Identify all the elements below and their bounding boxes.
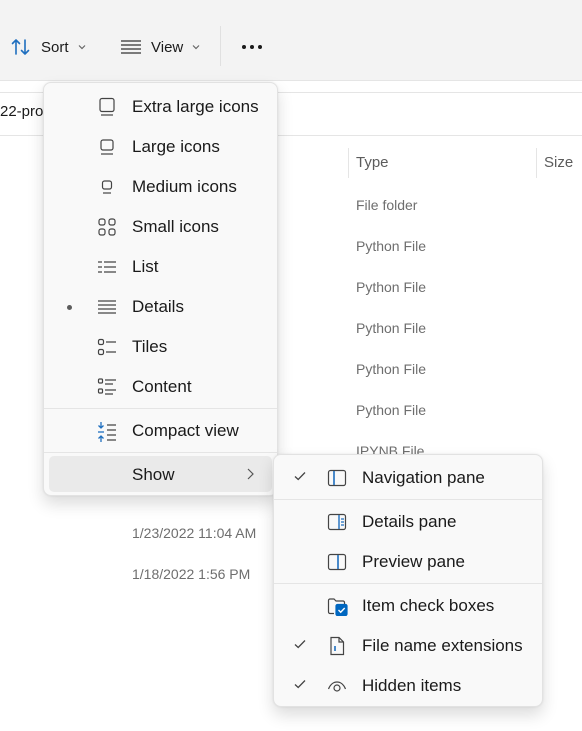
details-icon	[97, 297, 117, 317]
menu-separator	[44, 408, 277, 409]
menu-item-show[interactable]: Show	[44, 455, 277, 495]
menu-item-content[interactable]: Content	[44, 367, 277, 407]
small-icons-icon	[97, 217, 117, 237]
menu-item-tiles[interactable]: Tiles	[44, 327, 277, 367]
sort-label: Sort	[41, 38, 69, 56]
compact-view-icon	[97, 421, 117, 442]
checkmark-icon	[293, 469, 307, 483]
toolbar-divider	[220, 26, 221, 66]
menu-item-label: File name extensions	[362, 636, 523, 655]
view-label: View	[151, 38, 184, 56]
command-bar: Sort View	[0, 0, 582, 81]
file-name-extensions-icon	[327, 636, 347, 656]
menu-item-label: Item check boxes	[362, 596, 495, 615]
address-path[interactable]: 22-pro	[0, 103, 43, 120]
tiles-icon	[97, 337, 117, 357]
menu-item-label: Extra large icons	[132, 97, 259, 116]
cell-date-modified: 1/23/2022 11:04 AM	[132, 525, 257, 541]
cell-type: Python File	[356, 238, 427, 254]
menu-item-label: Hidden items	[362, 676, 462, 695]
menu-item-preview-pane[interactable]: Preview pane	[274, 542, 542, 582]
more-icon	[240, 43, 264, 51]
sort-button[interactable]: Sort	[10, 33, 87, 61]
column-divider[interactable]	[536, 148, 537, 178]
menu-item-list[interactable]: List	[44, 247, 277, 287]
content-icon	[97, 377, 117, 397]
menu-item-label: Tiles	[132, 337, 168, 356]
sort-icon	[10, 37, 32, 57]
cell-type: Python File	[356, 402, 427, 418]
menu-item-label: Preview pane	[362, 552, 466, 571]
view-button[interactable]: View	[120, 33, 201, 61]
cell-type: Python File	[356, 279, 427, 295]
menu-item-item-check-boxes[interactable]: Item check boxes	[274, 586, 542, 626]
view-menu: Extra large icons Large icons Medium ico…	[43, 82, 278, 496]
list-icon	[97, 257, 117, 277]
details-pane-icon	[327, 512, 347, 532]
cell-type: Python File	[356, 361, 427, 377]
menu-item-details-pane[interactable]: Details pane	[274, 502, 542, 542]
extra-large-icons-icon	[97, 97, 117, 117]
column-divider[interactable]	[348, 148, 349, 178]
chevron-right-icon	[244, 467, 264, 487]
see-more-button[interactable]	[240, 33, 264, 61]
menu-item-small-icons[interactable]: Small icons	[44, 207, 277, 247]
column-header-size[interactable]: Size	[544, 154, 573, 171]
menu-item-label: Details pane	[362, 512, 457, 531]
menu-item-navigation-pane[interactable]: Navigation pane	[274, 458, 542, 498]
menu-item-details[interactable]: Details	[44, 287, 277, 327]
menu-separator	[274, 499, 542, 500]
menu-item-label: Details	[132, 297, 184, 316]
menu-item-label: Compact view	[132, 421, 239, 440]
navigation-pane-icon	[327, 468, 347, 488]
menu-item-hidden-items[interactable]: Hidden items	[274, 666, 542, 706]
column-header-type[interactable]: Type	[356, 154, 389, 171]
chevron-down-icon	[191, 43, 201, 51]
cell-type: Python File	[356, 320, 427, 336]
chevron-down-icon	[77, 43, 87, 51]
menu-item-label: Small icons	[132, 217, 219, 236]
menu-item-medium-icons[interactable]: Medium icons	[44, 167, 277, 207]
selected-bullet-icon	[67, 305, 72, 310]
checkmark-icon	[293, 637, 307, 651]
cell-type: File folder	[356, 197, 418, 213]
show-submenu: Navigation pane Details pane Preview pan…	[273, 454, 543, 707]
item-check-boxes-icon	[327, 596, 348, 616]
menu-item-label: List	[132, 257, 159, 276]
menu-item-label: Medium icons	[132, 177, 237, 196]
menu-item-label: Large icons	[132, 137, 220, 156]
checkmark-icon	[293, 677, 307, 691]
cell-date-modified: 1/18/2022 1:56 PM	[132, 566, 251, 582]
menu-separator	[274, 583, 542, 584]
menu-item-compact-view[interactable]: Compact view	[44, 411, 277, 451]
hidden-items-icon	[327, 676, 347, 696]
menu-item-extra-large-icons[interactable]: Extra large icons	[44, 87, 277, 127]
medium-icons-icon	[97, 177, 117, 197]
menu-item-label: Navigation pane	[362, 468, 485, 487]
menu-item-label: Show	[132, 465, 175, 484]
menu-separator	[44, 452, 277, 453]
menu-item-large-icons[interactable]: Large icons	[44, 127, 277, 167]
preview-pane-icon	[327, 552, 347, 572]
view-icon	[120, 39, 142, 55]
menu-item-label: Content	[132, 377, 192, 396]
large-icons-icon	[97, 137, 117, 157]
menu-item-file-name-extensions[interactable]: File name extensions	[274, 626, 542, 666]
